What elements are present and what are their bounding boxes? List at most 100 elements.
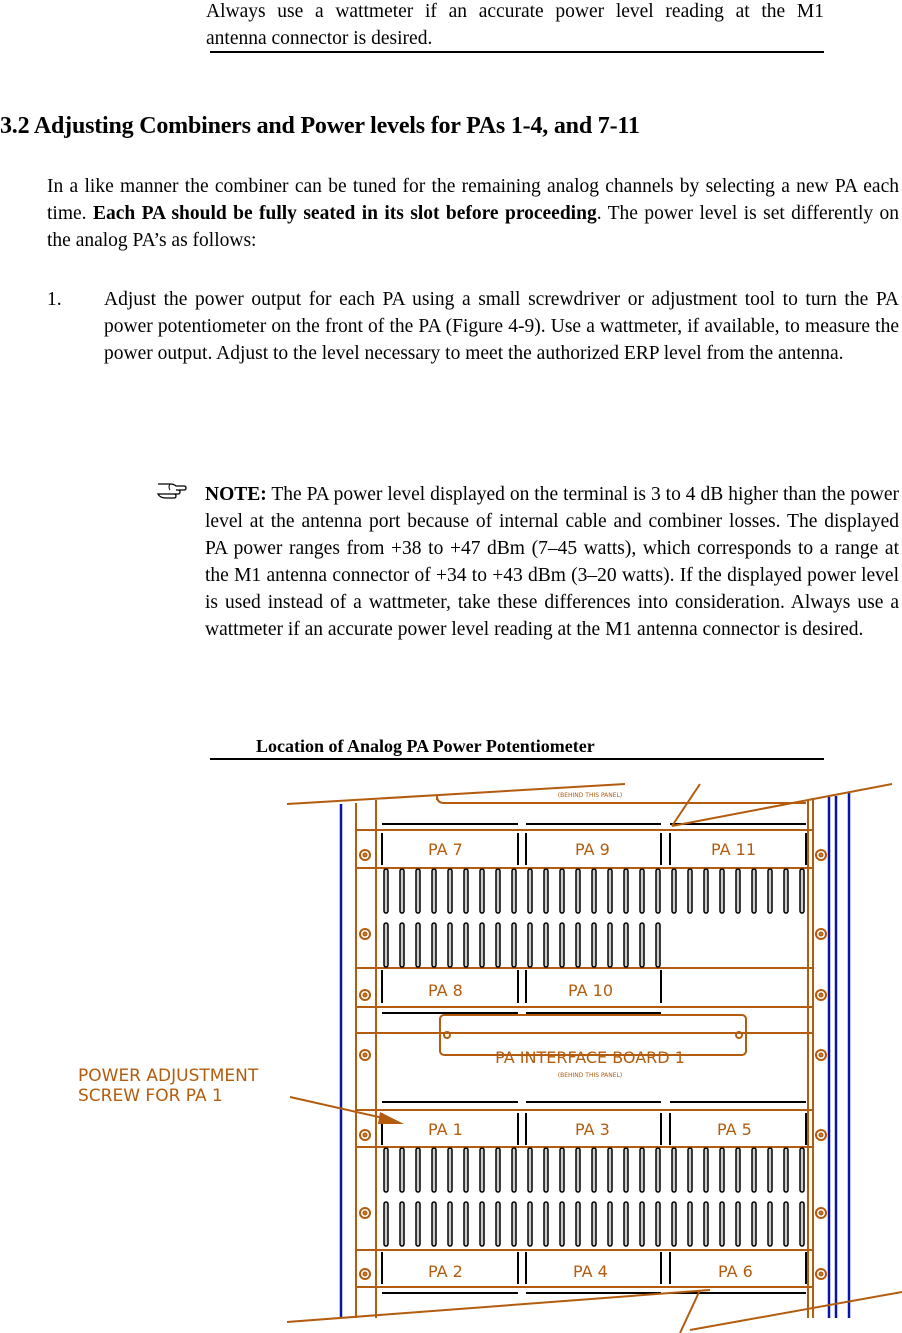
- heatsink-fin: [671, 868, 677, 914]
- heatsink-fin: [639, 1147, 645, 1193]
- step-text: Adjust the power output for each PA usin…: [104, 289, 899, 364]
- rack-screw-icon: [815, 1207, 827, 1219]
- heatsink-fin: [783, 1147, 789, 1193]
- heatsink-fin: [719, 1201, 725, 1247]
- heatsink-fin: [719, 868, 725, 914]
- interface-board-label: PA INTERFACE BOARD 1: [495, 1048, 685, 1067]
- rack-screw-center: [818, 852, 824, 858]
- step-number: 1.: [47, 289, 62, 310]
- heatsink-fin: [591, 868, 597, 914]
- rack-screw-icon: [815, 989, 827, 1001]
- heatsink-fin: [575, 1201, 581, 1247]
- heatsink-fin: [495, 922, 501, 968]
- heatsink-fin: [607, 1147, 613, 1193]
- heatsink-fin: [639, 868, 645, 914]
- rack-screw-center: [362, 1052, 368, 1058]
- heatsink-fin: [415, 1201, 421, 1247]
- rack-screw-center: [818, 1132, 824, 1138]
- heatsink-fin: [383, 1201, 389, 1247]
- heatsink-fin: [783, 1201, 789, 1247]
- heatsink-fin: [767, 1147, 773, 1193]
- heatsink-fin: [687, 868, 693, 914]
- heatsink-fin: [479, 1147, 485, 1193]
- heatsink-fin: [751, 1201, 757, 1247]
- heatsink-fin: [479, 868, 485, 914]
- top-panel-sublabel: (BEHIND THIS PANEL): [558, 792, 623, 799]
- heatsink-fin: [735, 868, 741, 914]
- heatsink-fin: [767, 1201, 773, 1247]
- section-heading: 3.2 Adjusting Combiners and Power levels…: [0, 113, 640, 139]
- pa-label: PA 4: [573, 1262, 608, 1281]
- heatsink-fin: [463, 868, 469, 914]
- heatsink-fin: [671, 1147, 677, 1193]
- heatsink-fin: [447, 1147, 453, 1193]
- rack-screw-center: [818, 931, 824, 937]
- heatsink-fin: [639, 1201, 645, 1247]
- heatsink-fin: [591, 922, 597, 968]
- rack-screw-center: [362, 931, 368, 937]
- heatsink-fin: [575, 922, 581, 968]
- heatsink-fin: [591, 1147, 597, 1193]
- heatsink-fin: [415, 868, 421, 914]
- note-label: NOTE:: [205, 484, 267, 505]
- heatsink-fin: [495, 868, 501, 914]
- rack-screw-center: [362, 1271, 368, 1277]
- callout-line-1: POWER ADJUSTMENT: [78, 1066, 259, 1086]
- heatsink-fin: [655, 868, 661, 914]
- heatsink-fin: [751, 868, 757, 914]
- heatsink-fin: [447, 868, 453, 914]
- heatsink-fin: [463, 1201, 469, 1247]
- heatsink-fin: [607, 868, 613, 914]
- heatsink-fin: [559, 868, 565, 914]
- previous-note-tail: Always use a wattmeter if an accurate po…: [206, 0, 824, 52]
- heatsink-fin: [543, 1201, 549, 1247]
- rack-screw-center: [818, 1052, 824, 1058]
- heatsink-fin: [527, 868, 533, 914]
- heatsink-fin: [431, 868, 437, 914]
- rack-screw-icon: [359, 1129, 371, 1141]
- heatsink-fin: [527, 1147, 533, 1193]
- heatsink-fin: [735, 1147, 741, 1193]
- heatsink-fin: [623, 922, 629, 968]
- heatsink-fin: [559, 1147, 565, 1193]
- pa-label: PA 9: [575, 840, 610, 859]
- heatsink-fin: [607, 922, 613, 968]
- heatsink-fin: [767, 868, 773, 914]
- heatsink-fin: [447, 922, 453, 968]
- heatsink-fin: [463, 1147, 469, 1193]
- previous-note-line-1: Always use a wattmeter if an accurate po…: [206, 1, 824, 22]
- heatsink-fin: [495, 1201, 501, 1247]
- heatsink-fin: [687, 1147, 693, 1193]
- heatsink-fin: [399, 922, 405, 968]
- heatsink-fin: [383, 922, 389, 968]
- heatsink-fin: [399, 1201, 405, 1247]
- heatsink-fin: [703, 1147, 709, 1193]
- heatsink-fin: [799, 1147, 805, 1193]
- heatsink-fin: [399, 1147, 405, 1193]
- rack-screw-center: [362, 992, 368, 998]
- pa-label: PA 10: [568, 981, 613, 1000]
- heatsink-fin: [479, 1201, 485, 1247]
- rack-screw-icon: [815, 1049, 827, 1061]
- rack-screw-icon: [359, 989, 371, 1001]
- heatsink-fin: [703, 868, 709, 914]
- heatsink-fin: [463, 922, 469, 968]
- previous-note-line-2: antenna connector is desired.: [206, 28, 433, 49]
- rack-screw-icon: [359, 1207, 371, 1219]
- rack-screw-center: [362, 1210, 368, 1216]
- heatsink-fin: [591, 1201, 597, 1247]
- heatsink-fin: [527, 1201, 533, 1247]
- rack-screw-icon: [815, 928, 827, 940]
- interface-board-panel: PA INTERFACE BOARD 1 (BEHIND THIS PANEL): [439, 1014, 747, 1079]
- heatsink-fin: [399, 868, 405, 914]
- rack-screw-center: [818, 1210, 824, 1216]
- heatsink-fin: [687, 1201, 693, 1247]
- heatsink-fin: [655, 1147, 661, 1193]
- pa-rack-diagram: (BEHIND THIS PANEL) PA INTERFACE BOARD 1…: [78, 783, 902, 1333]
- heatsink-fin: [415, 922, 421, 968]
- rack-screw-icon: [815, 1129, 827, 1141]
- pointing-hand-icon: [156, 478, 188, 502]
- heatsink-fin: [383, 868, 389, 914]
- heatsink-fin: [639, 922, 645, 968]
- rack-screw-center: [818, 992, 824, 998]
